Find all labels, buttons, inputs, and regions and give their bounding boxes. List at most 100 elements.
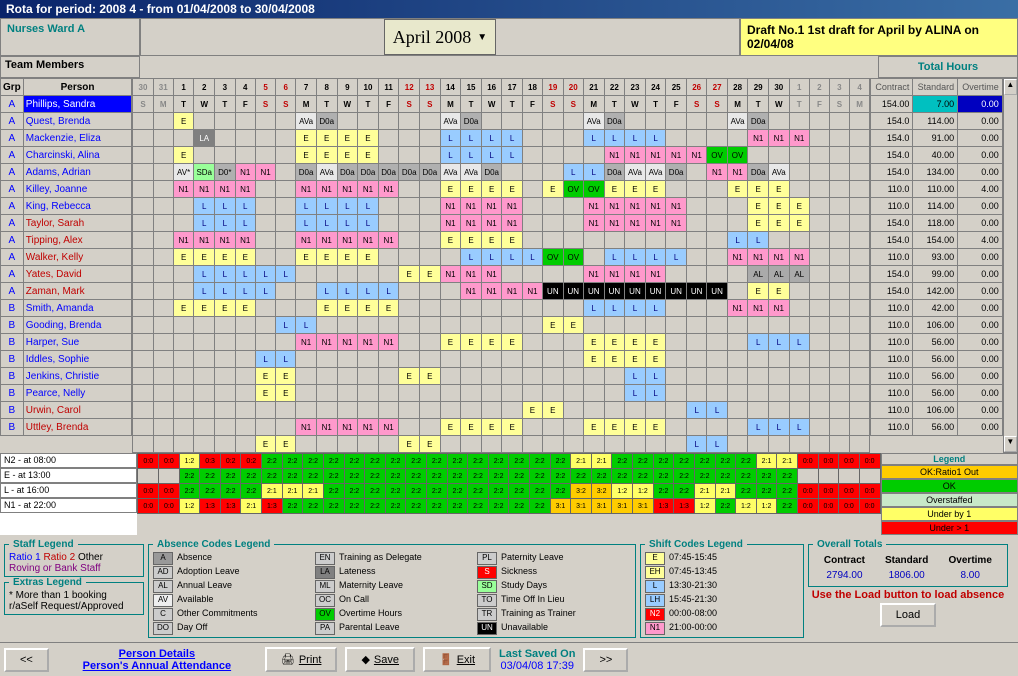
rota-cell[interactable]: E xyxy=(563,317,583,334)
rota-cell[interactable] xyxy=(440,300,461,317)
rota-cell[interactable]: UN xyxy=(707,283,727,300)
rota-cell[interactable]: N1 xyxy=(358,232,379,249)
rota-cell[interactable]: L xyxy=(358,283,379,300)
rota-cell[interactable] xyxy=(194,419,215,436)
rota-cell[interactable] xyxy=(153,164,173,181)
rota-cell[interactable]: E xyxy=(296,147,317,164)
rota-cell[interactable]: D0a xyxy=(604,164,625,181)
rota-cell[interactable] xyxy=(543,368,563,385)
rota-cell[interactable] xyxy=(153,368,173,385)
rota-cell[interactable] xyxy=(194,385,215,402)
rota-cell[interactable]: N1 xyxy=(316,419,337,436)
rota-cell[interactable] xyxy=(686,385,706,402)
rota-cell[interactable] xyxy=(543,113,563,130)
person-name[interactable]: Killey, Joanne xyxy=(23,181,132,198)
rota-cell[interactable] xyxy=(666,419,687,436)
rota-cell[interactable] xyxy=(399,419,420,436)
rota-cell[interactable] xyxy=(829,419,849,436)
rota-cell[interactable] xyxy=(502,113,522,130)
rota-cell[interactable] xyxy=(769,317,790,334)
rota-cell[interactable]: N1 xyxy=(604,198,625,215)
rota-cell[interactable]: L xyxy=(255,283,275,300)
rota-cell[interactable] xyxy=(461,300,482,317)
rota-cell[interactable] xyxy=(255,113,275,130)
rota-cell[interactable]: N1 xyxy=(522,283,542,300)
rota-cell[interactable] xyxy=(420,317,441,334)
rota-cell[interactable] xyxy=(686,351,706,368)
rota-cell[interactable]: E xyxy=(645,334,666,351)
rota-cell[interactable] xyxy=(296,402,317,419)
rota-cell[interactable] xyxy=(707,181,727,198)
rota-cell[interactable] xyxy=(789,147,809,164)
rota-cell[interactable]: N1 xyxy=(316,181,337,198)
rota-cell[interactable] xyxy=(194,402,215,419)
rota-cell[interactable]: L xyxy=(748,232,769,249)
rota-cell[interactable] xyxy=(399,147,420,164)
rota-cell[interactable] xyxy=(707,232,727,249)
rota-cell[interactable] xyxy=(215,419,236,436)
rota-cell[interactable]: E xyxy=(461,334,482,351)
rota-cell[interactable]: N1 xyxy=(440,215,461,232)
rota-cell[interactable] xyxy=(316,351,337,368)
rota-cell[interactable]: N1 xyxy=(686,147,706,164)
rota-cell[interactable]: N1 xyxy=(707,164,727,181)
rota-cell[interactable] xyxy=(296,283,317,300)
rota-cell[interactable]: L xyxy=(625,385,646,402)
rota-cell[interactable]: L xyxy=(337,198,358,215)
rota-cell[interactable]: UN xyxy=(686,283,706,300)
scroll-up-icon[interactable]: ▲ xyxy=(1004,79,1017,95)
rota-cell[interactable]: N1 xyxy=(194,181,215,198)
rota-grid[interactable]: 3031123456789101112131415161718192021222… xyxy=(132,78,870,453)
rota-cell[interactable] xyxy=(358,385,379,402)
rota-cell[interactable] xyxy=(563,300,583,317)
rota-cell[interactable] xyxy=(276,198,296,215)
save-button[interactable]: ◆Save xyxy=(345,647,415,672)
rota-cell[interactable] xyxy=(358,266,379,283)
rota-cell[interactable] xyxy=(399,283,420,300)
rota-cell[interactable] xyxy=(789,402,809,419)
rota-cell[interactable]: E xyxy=(522,402,542,419)
rota-cell[interactable] xyxy=(686,181,706,198)
rota-cell[interactable]: L xyxy=(522,249,542,266)
rota-cell[interactable]: N1 xyxy=(769,130,790,147)
rota-cell[interactable] xyxy=(337,351,358,368)
rota-cell[interactable] xyxy=(809,283,829,300)
rota-cell[interactable] xyxy=(849,266,870,283)
rota-cell[interactable] xyxy=(829,198,849,215)
rota-cell[interactable] xyxy=(645,317,666,334)
person-name[interactable]: Uttley, Brenda xyxy=(23,419,132,436)
rota-cell[interactable] xyxy=(153,351,173,368)
rota-cell[interactable] xyxy=(316,385,337,402)
rota-cell[interactable] xyxy=(789,368,809,385)
rota-cell[interactable]: L xyxy=(461,130,482,147)
rota-cell[interactable]: L xyxy=(604,249,625,266)
rota-cell[interactable]: N1 xyxy=(378,181,399,198)
rota-cell[interactable] xyxy=(707,351,727,368)
rota-cell[interactable]: L xyxy=(316,283,337,300)
rota-cell[interactable] xyxy=(133,164,153,181)
rota-cell[interactable] xyxy=(727,283,748,300)
rota-cell[interactable]: OV xyxy=(707,147,727,164)
rota-cell[interactable] xyxy=(378,317,399,334)
rota-cell[interactable] xyxy=(235,402,255,419)
rota-cell[interactable] xyxy=(849,402,870,419)
rota-cell[interactable]: D0a xyxy=(604,113,625,130)
rota-cell[interactable]: E xyxy=(583,334,604,351)
rota-cell[interactable] xyxy=(399,232,420,249)
rota-cell[interactable]: E xyxy=(316,249,337,266)
rota-cell[interactable] xyxy=(420,215,441,232)
rota-cell[interactable] xyxy=(522,385,542,402)
rota-cell[interactable] xyxy=(440,436,461,453)
rota-cell[interactable] xyxy=(686,198,706,215)
rota-cell[interactable]: E xyxy=(748,283,769,300)
rota-cell[interactable] xyxy=(276,113,296,130)
rota-cell[interactable]: OV xyxy=(543,249,563,266)
person-name[interactable]: Walker, Kelly xyxy=(23,249,132,266)
rota-cell[interactable] xyxy=(727,198,748,215)
rota-cell[interactable]: AL xyxy=(769,266,790,283)
rota-cell[interactable] xyxy=(420,249,441,266)
rota-cell[interactable] xyxy=(502,164,522,181)
rota-cell[interactable] xyxy=(748,368,769,385)
rota-cell[interactable] xyxy=(809,232,829,249)
rota-cell[interactable] xyxy=(296,385,317,402)
